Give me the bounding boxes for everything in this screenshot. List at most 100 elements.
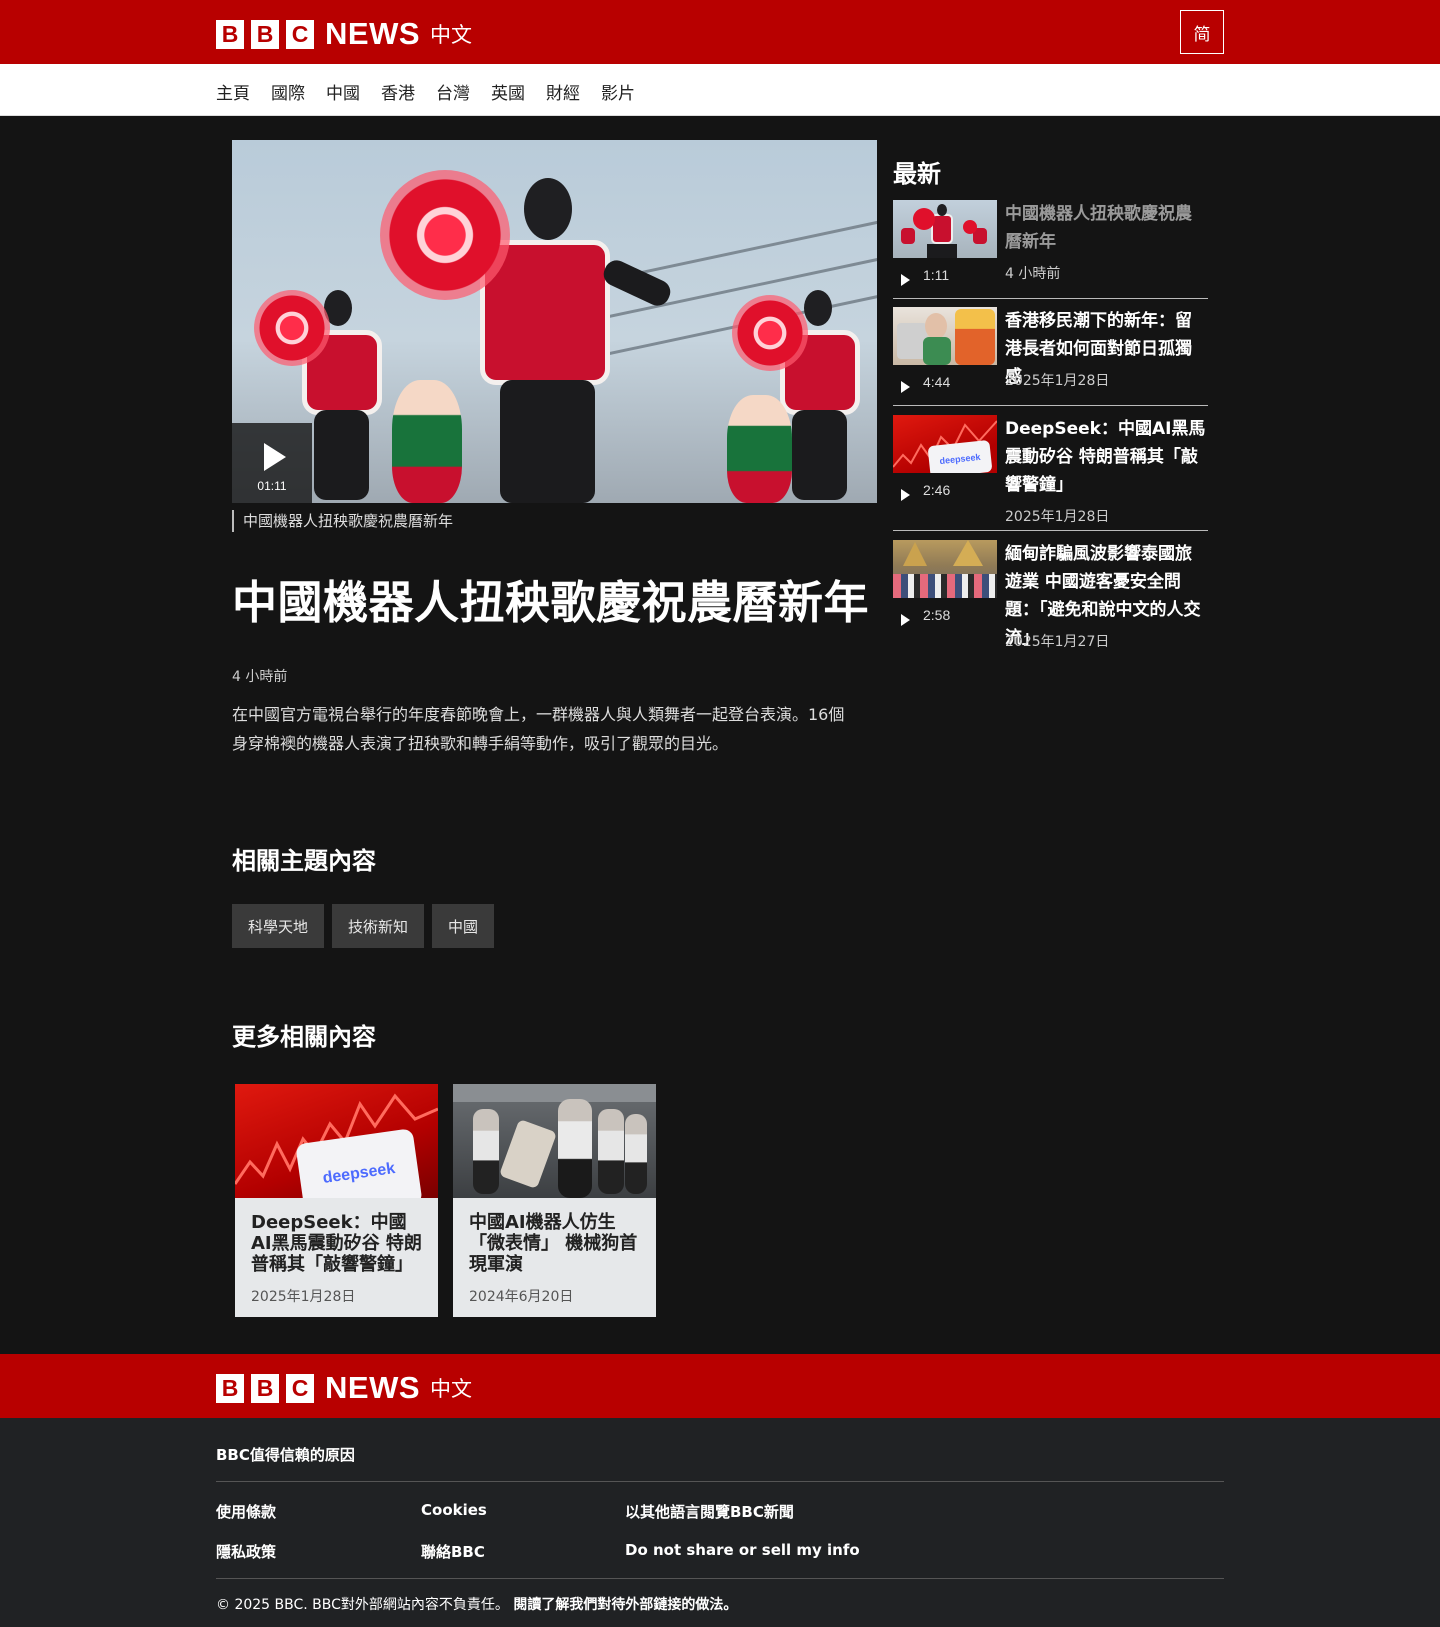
article-summary: 在中國官方電視台舉行的年度春節晚會上，一群機器人與人類舞者一起登台表演。16個身… — [232, 705, 845, 753]
handkerchief-spin — [380, 170, 510, 300]
latest-duration: 2:46 — [923, 482, 951, 498]
robot-vest — [901, 228, 915, 244]
nav-item-business[interactable]: 財經 — [546, 79, 580, 104]
footer-link-other-languages[interactable]: 以其他語言閱覽BBC新聞 — [625, 1501, 794, 1522]
latest-title[interactable]: 中國機器人扭秧歌慶祝農曆新年 — [1005, 200, 1208, 256]
latest-duration: 1:11 — [923, 267, 950, 283]
related-card[interactable]: 中國AI機器人仿生「微表情」 機械狗首現軍演 2024年6月20日 — [453, 1084, 656, 1317]
nav-item-taiwan[interactable]: 台灣 — [436, 79, 470, 104]
related-card[interactable]: deepseek DeepSeek：中國AI黑馬震動矽谷 特朗普稱其「敲響警鐘」… — [235, 1084, 438, 1317]
copyright-text: © 2025 BBC. BBC對外部網站內容不負責任。 — [216, 1597, 509, 1613]
divider — [893, 298, 1208, 299]
latest-date: 4 小時前 — [1005, 266, 1061, 282]
robot-legs — [927, 244, 957, 258]
footer-link-cookies[interactable]: Cookies — [421, 1501, 487, 1519]
article-timestamp: 4 小時前 — [232, 669, 288, 685]
latest-thumbnail: deepseek — [893, 415, 997, 473]
robot-legs — [792, 410, 847, 500]
latest-thumbnail — [893, 307, 997, 365]
logo-news-text: NEWS — [325, 16, 420, 51]
handkerchief-spin — [254, 290, 330, 366]
play-icon — [901, 489, 910, 501]
latest-item[interactable]: 4:44 香港移民潮下的新年：留港長者如何面對節日孤獨感 2025年1月28日 — [893, 307, 1208, 403]
topic-tags: 科學天地 技術新知 中國 — [232, 904, 502, 948]
person — [923, 337, 951, 365]
topic-tag[interactable]: 中國 — [432, 904, 495, 948]
footer-link-do-not-sell[interactable]: Do not share or sell my info — [625, 1541, 860, 1559]
logo-letter: B — [216, 19, 244, 49]
latest-date: 2025年1月28日 — [1005, 373, 1110, 389]
topic-tag[interactable]: 技術新知 — [332, 904, 425, 948]
card-date: 2025年1月28日 — [251, 1289, 356, 1305]
latest-heading: 最新 — [893, 160, 941, 188]
human-dancer — [392, 380, 462, 503]
related-topics-title: 相關主題內容 — [232, 847, 376, 875]
logo-language-text: 中文 — [430, 23, 472, 47]
footer-link-terms[interactable]: 使用條款 — [216, 1501, 276, 1522]
robot-legs — [314, 410, 369, 500]
robot-arm-machine — [498, 1118, 558, 1190]
robot-legs — [500, 380, 595, 503]
human-dancer — [727, 395, 792, 503]
robot-head — [524, 178, 572, 240]
robot-arm — [599, 256, 675, 310]
play-icon — [901, 381, 910, 393]
latest-thumbnail — [893, 200, 997, 258]
article-headline: 中國機器人扭秧歌慶祝農曆新年 — [232, 576, 870, 629]
card-title: DeepSeek：中國AI黑馬震動矽谷 特朗普稱其「敲響警鐘」 — [251, 1212, 422, 1275]
humanoid-robot — [473, 1109, 499, 1194]
handkerchief-spin — [913, 208, 935, 230]
script-variant-toggle-button[interactable]: 简 — [1180, 10, 1224, 54]
card-thumbnail — [453, 1084, 656, 1198]
bbc-news-logo[interactable]: B B C NEWS 中文 — [216, 16, 472, 52]
latest-date: 2025年1月27日 — [1005, 634, 1110, 650]
logo-letter: B — [251, 1373, 279, 1403]
play-icon — [901, 274, 910, 286]
video-caption: 中國機器人扭秧歌慶祝農曆新年 — [232, 510, 453, 532]
deepseek-logo-card: deepseek — [927, 439, 993, 473]
nav-item-international[interactable]: 國際 — [271, 79, 305, 104]
logo-language-text: 中文 — [430, 1377, 472, 1401]
logo-letter: B — [216, 1373, 244, 1403]
footer-link-contact[interactable]: 聯絡BBC — [421, 1541, 485, 1562]
handkerchief-spin — [732, 295, 808, 371]
video-play-button[interactable]: 01:11 — [232, 423, 312, 503]
footer-bbc-news-logo[interactable]: B B C NEWS 中文 — [216, 1370, 472, 1406]
nav-item-home[interactable]: 主頁 — [216, 79, 250, 104]
temple-roof — [903, 542, 927, 566]
more-related-title: 更多相關內容 — [232, 1023, 376, 1051]
logo-letter: C — [286, 1373, 314, 1403]
external-links-policy-link[interactable]: 閱讀了解我們對待外部鏈接的做法。 — [513, 1597, 737, 1613]
nav-item-hongkong[interactable]: 香港 — [381, 79, 415, 104]
temple-roof — [953, 540, 983, 566]
latest-title[interactable]: DeepSeek：中國AI黑馬震動矽谷 特朗普稱其「敲響警鐘」 — [1005, 415, 1208, 499]
video-duration: 01:11 — [257, 479, 287, 493]
god-of-wealth-costume — [955, 309, 995, 365]
main-navigation: 主頁 國際 中國 香港 台灣 英國 財經 影片 — [0, 64, 1440, 116]
robot-head — [937, 204, 947, 216]
latest-item[interactable]: deepseek 2:46 DeepSeek：中國AI黑馬震動矽谷 特朗普稱其「… — [893, 415, 1208, 531]
ceiling-lights — [453, 1084, 656, 1102]
nav-item-uk[interactable]: 英國 — [491, 79, 525, 104]
latest-date: 2025年1月28日 — [1005, 509, 1110, 525]
latest-item[interactable]: 1:11 中國機器人扭秧歌慶祝農曆新年 4 小時前 — [893, 200, 1208, 296]
latest-thumbnail — [893, 540, 997, 598]
footer-divider — [216, 1578, 1224, 1579]
latest-duration: 4:44 — [923, 374, 951, 390]
nav-item-china[interactable]: 中國 — [326, 79, 360, 104]
latest-duration: 2:58 — [923, 607, 951, 623]
footer-trust-link[interactable]: BBC值得信賴的原因 — [216, 1444, 355, 1465]
logo-letter: C — [286, 19, 314, 49]
humanoid-robot — [625, 1114, 647, 1194]
footer-link-privacy[interactable]: 隱私政策 — [216, 1541, 276, 1562]
nav-item-video[interactable]: 影片 — [601, 79, 635, 104]
humanoid-robot — [558, 1099, 592, 1198]
topic-tag[interactable]: 科學天地 — [232, 904, 325, 948]
robot-head — [804, 290, 832, 326]
card-date: 2024年6月20日 — [469, 1289, 574, 1305]
card-title: 中國AI機器人仿生「微表情」 機械狗首現軍演 — [469, 1212, 638, 1275]
latest-item[interactable]: 2:58 緬甸詐騙風波影響泰國旅遊業 中國遊客憂安全問題：「避免和說中文的人交流… — [893, 540, 1208, 656]
video-player[interactable]: 01:11 — [232, 140, 877, 503]
play-icon — [901, 614, 910, 626]
logo-letter: B — [251, 19, 279, 49]
